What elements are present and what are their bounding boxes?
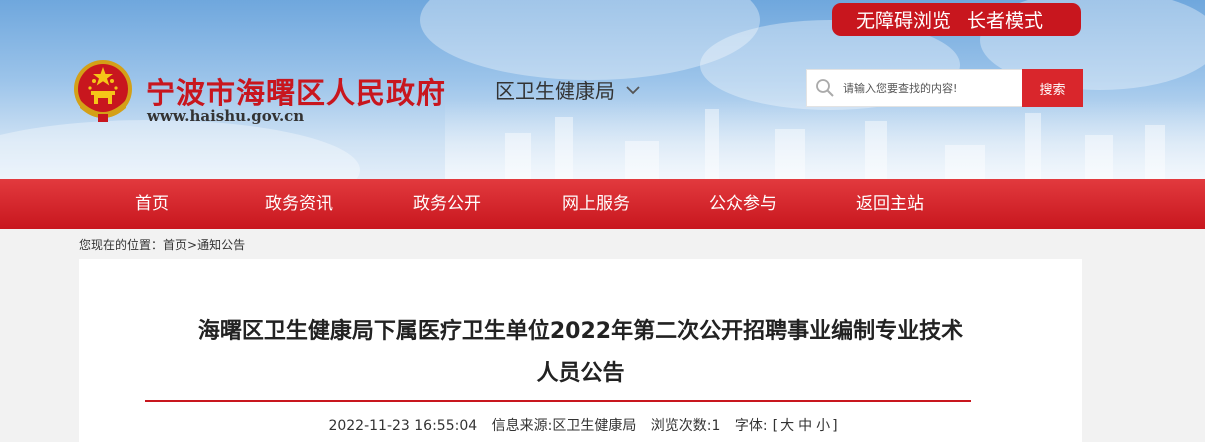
- site-url: www.haishu.gov.cn: [147, 107, 305, 125]
- source-label: 信息来源:: [491, 418, 553, 434]
- breadcrumb-current[interactable]: 通知公告: [197, 238, 245, 252]
- department-selector[interactable]: 区卫生健康局: [495, 75, 641, 104]
- search-box: 搜索: [806, 69, 1083, 107]
- font-size-bracket-open: [: [772, 418, 779, 434]
- font-size-medium[interactable]: 中: [798, 418, 812, 434]
- font-size-bracket-close: ]: [832, 418, 838, 434]
- nav-item-home[interactable]: 首页: [135, 179, 169, 229]
- article-meta: 2022-11-23 16:55:04 信息来源:区卫生健康局 浏览次数:1 字…: [79, 415, 1082, 435]
- font-size-small[interactable]: 小: [816, 418, 830, 434]
- article-panel: 海曙区卫生健康局下属医疗卫生单位2022年第二次公开招聘事业编制专业技术人员公告…: [79, 259, 1082, 442]
- barrier-free-link[interactable]: 无障碍浏览: [856, 6, 951, 33]
- breadcrumb-home[interactable]: 首页: [163, 238, 187, 252]
- site-name[interactable]: 宁波市海曙区人民政府: [146, 70, 446, 112]
- search-icon: [816, 79, 834, 97]
- search-button[interactable]: 搜索: [1022, 69, 1083, 107]
- elder-mode-link[interactable]: 长者模式: [967, 6, 1043, 33]
- views-label: 浏览次数:: [650, 418, 712, 434]
- department-name: 区卫生健康局: [495, 79, 615, 103]
- view-count: 1: [711, 418, 721, 434]
- nav-item-open-gov[interactable]: 政务公开: [413, 179, 481, 229]
- breadcrumb-separator: >: [187, 238, 198, 252]
- font-size-label: 字体:: [734, 418, 768, 434]
- article-date: 2022-11-23 16:55:04: [328, 418, 478, 434]
- city-skyline: [445, 99, 1205, 179]
- search-input[interactable]: [843, 70, 1023, 106]
- nav-item-public-participation[interactable]: 公众参与: [709, 179, 777, 229]
- article-title: 海曙区卫生健康局下属医疗卫生单位2022年第二次公开招聘事业编制专业技术人员公告: [197, 319, 964, 386]
- breadcrumb-prefix: 您现在的位置：: [79, 238, 164, 252]
- breadcrumb: 您现在的位置：首页>通知公告: [79, 236, 245, 253]
- nav-item-news[interactable]: 政务资讯: [265, 179, 333, 229]
- main-nav: 首页 政务资讯 政务公开 网上服务 公众参与 返回主站: [0, 179, 1205, 229]
- nav-item-online-service[interactable]: 网上服务: [562, 179, 630, 229]
- font-size-large[interactable]: 大: [780, 418, 794, 434]
- nav-item-main-site[interactable]: 返回主站: [856, 179, 924, 229]
- national-emblem-icon: [74, 60, 132, 122]
- article-source: 区卫生健康局: [552, 418, 637, 434]
- chevron-down-icon: [626, 85, 640, 94]
- accessibility-bar: 无障碍浏览 长者模式: [832, 3, 1081, 36]
- title-divider: [145, 400, 971, 402]
